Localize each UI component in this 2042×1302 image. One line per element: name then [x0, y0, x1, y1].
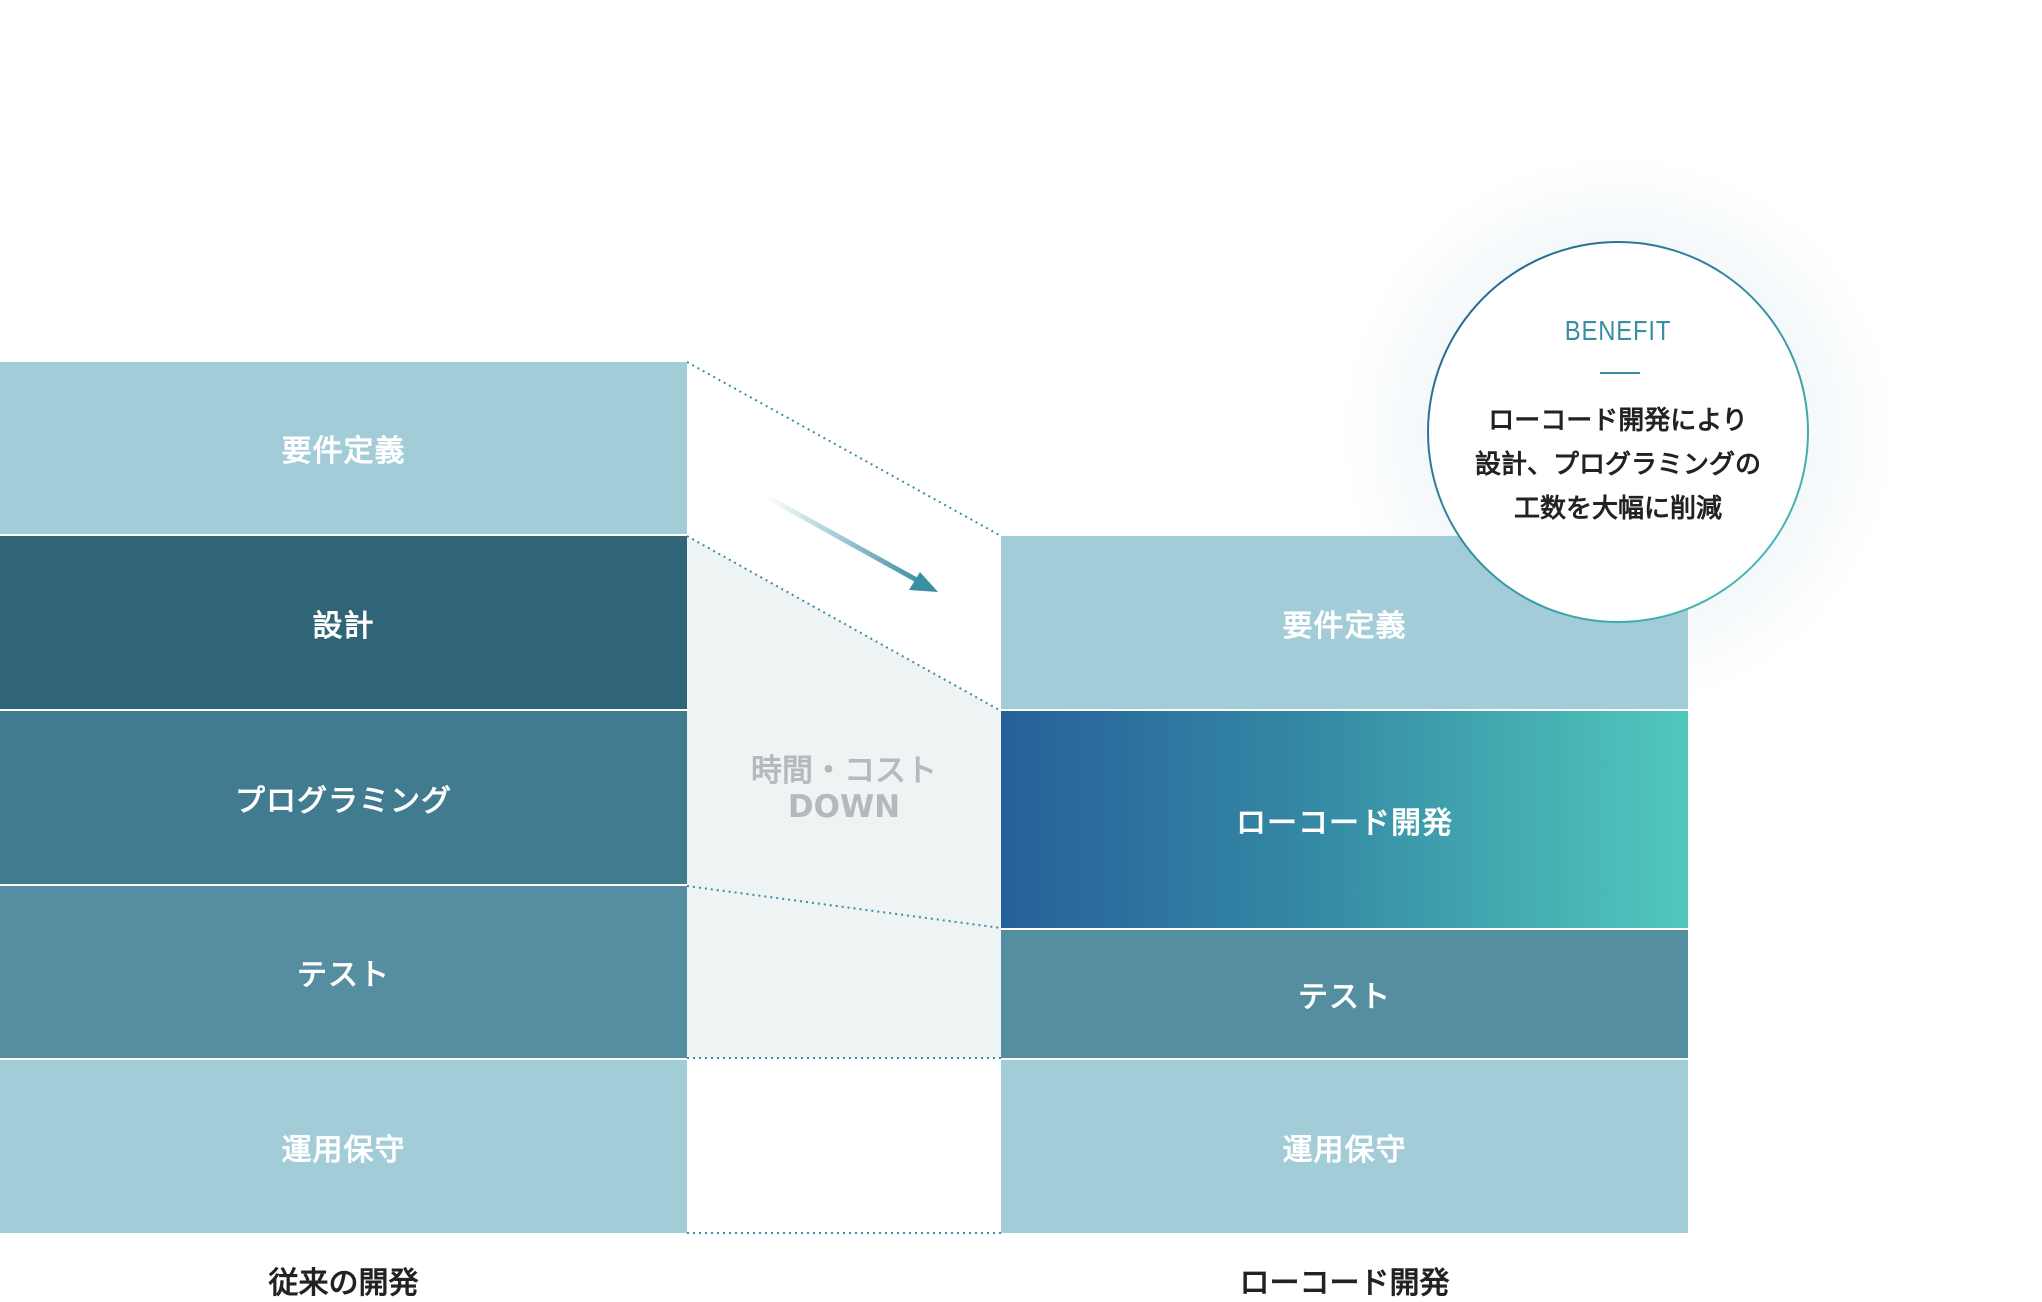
lowcode-step-maintenance: 運用保守	[1001, 1060, 1688, 1233]
benefit-line: ローコード開発により	[1488, 406, 1748, 436]
step-label: ローコード開発	[1236, 805, 1453, 841]
traditional-step-programming: プログラミング	[0, 711, 687, 884]
step-label: テスト	[1298, 980, 1391, 1015]
benefit-divider	[1600, 372, 1640, 374]
step-label: 設計	[312, 608, 375, 644]
lowcode-step-development: ローコード開発	[1001, 711, 1688, 928]
connector-line	[686, 361, 1002, 537]
arrow-down-right-icon	[765, 494, 938, 592]
step-label: 要件定義	[281, 434, 406, 469]
reduction-text: 時間・コスト	[751, 753, 937, 789]
reduction-down-text: DOWN	[787, 789, 901, 825]
step-label: 要件定義	[1282, 608, 1407, 644]
step-label: プログラミング	[235, 783, 452, 819]
traditional-step-maintenance: 運用保守	[0, 1060, 687, 1233]
traditional-column-label: 従来の開発	[268, 1266, 419, 1301]
benefit-title: BENEFIT	[1564, 315, 1672, 346]
benefit-line: 設計、プログラミングの	[1474, 450, 1761, 480]
traditional-step-design: 設計	[0, 536, 687, 709]
lowcode-column-label: ローコード開発	[1239, 1266, 1450, 1301]
step-label: テスト	[297, 958, 390, 993]
traditional-step-requirements: 要件定義	[0, 362, 687, 534]
step-label: 運用保守	[281, 1132, 406, 1168]
traditional-step-test: テスト	[0, 886, 687, 1058]
benefit-text: ローコード開発により 設計、プログラミングの 工数を大幅に削減	[1429, 399, 1807, 531]
benefit-callout: BENEFIT ローコード開発により 設計、プログラミングの 工数を大幅に削減	[1427, 241, 1809, 623]
benefit-line: 工数を大幅に削減	[1513, 494, 1722, 524]
step-label: 運用保守	[1282, 1132, 1407, 1168]
lowcode-step-test: テスト	[1001, 930, 1688, 1058]
